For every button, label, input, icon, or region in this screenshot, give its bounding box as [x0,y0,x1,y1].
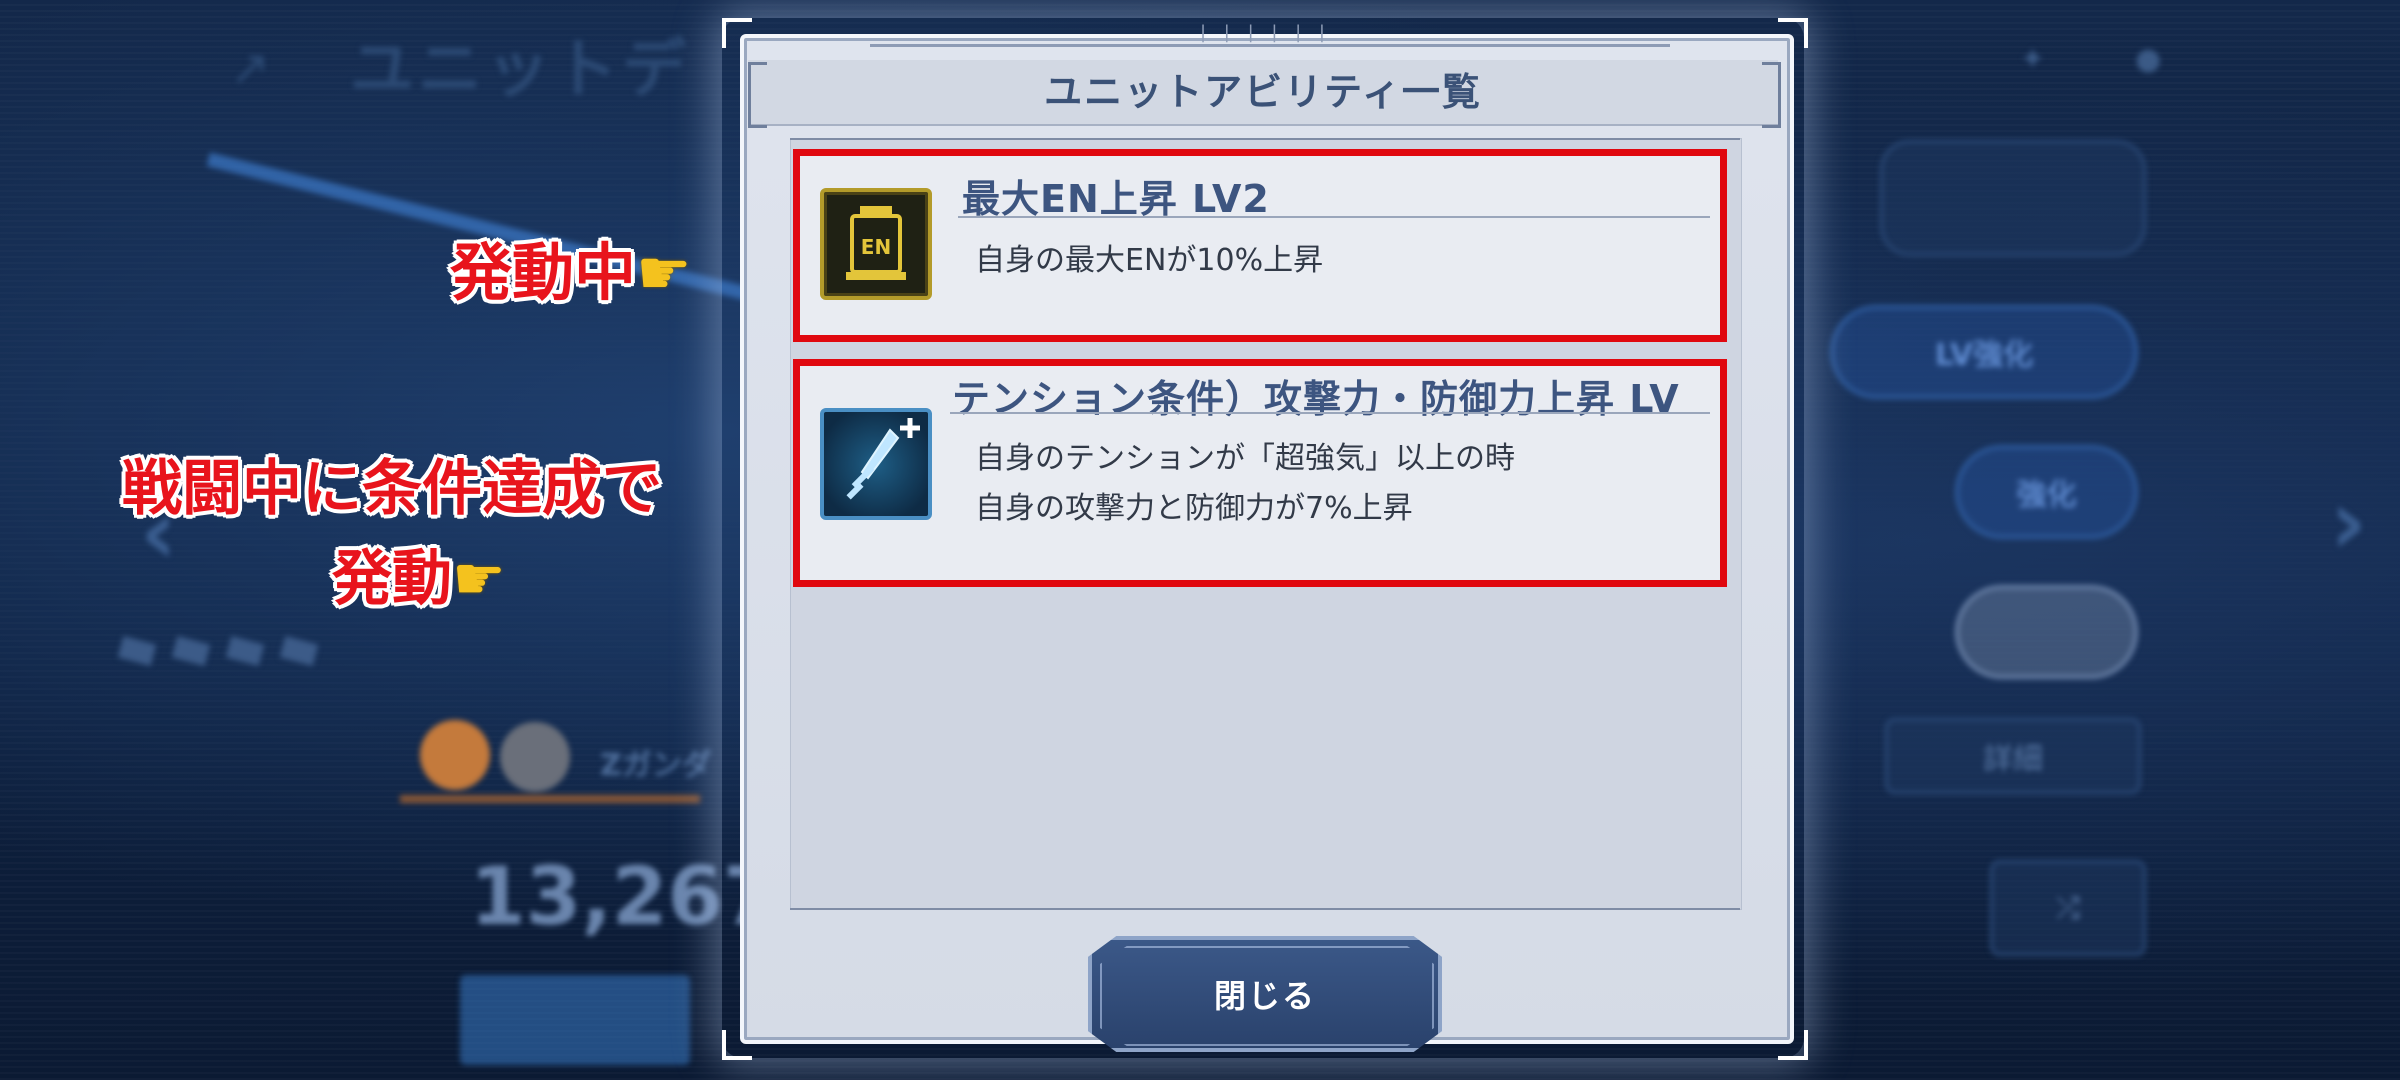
background-enhance-button: 強化 [1955,445,2138,539]
dialog-top-decoration [870,44,1670,47]
background-shuffle-button: ⤮ [1990,860,2146,956]
background-pilot-icon [420,720,490,790]
close-button-label: 閉じる [1213,977,1316,1015]
background-decoration [117,635,336,667]
pointing-hand-icon: ☛ [452,544,506,614]
dialog-corner [722,1030,752,1060]
background-unit-icon [500,722,570,792]
background-currency-bar: ✦ ● [2020,42,2162,77]
background-panel [1880,140,2146,256]
dialog-corner [722,18,752,48]
close-button[interactable]: 閉じる [1088,936,1442,1052]
annotation-active: 発動中☛ [450,222,692,312]
highlight-box [793,149,1727,342]
dialog-corner [1778,18,1808,48]
annotation-conditional-text: 発動 [332,544,452,614]
background-detail-button: 詳細 [1885,718,2141,794]
background-gauge [400,795,700,803]
annotation-active-text: 発動中 [450,236,637,309]
pointing-hand-icon: ☛ [636,236,692,309]
annotation-conditional-line2: 発動☛ [332,530,506,617]
list-bottom-rule [790,908,1740,910]
list-top-rule [790,138,1740,140]
next-arrow-icon: › [2330,470,2368,575]
background-unit-name: Zガンダ [600,748,712,783]
background-sort-button [1955,585,2138,679]
dialog-title: ユニットアビリティ一覧 [1044,70,1482,114]
dialog-top-ticks: | | | | | | [1200,22,1331,43]
back-arrow-icon: ↗ [230,40,271,96]
background-tab [460,975,690,1065]
highlight-box [793,359,1727,587]
annotation-conditional-line1: 戦闘中に条件達成で [122,454,662,524]
background-screen-title: ユニットデ [350,33,690,107]
dialog-corner [1778,1030,1808,1060]
background-lv-button: LV強化 [1830,305,2138,399]
